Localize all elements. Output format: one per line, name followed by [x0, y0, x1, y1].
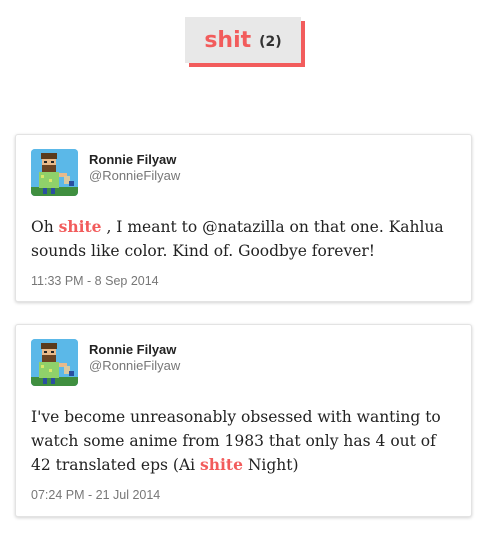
- tweet-card: Ronnie Filyaw @RonnieFilyaw I've become …: [15, 324, 472, 517]
- tag-word: shit: [204, 27, 252, 53]
- pixel-art-avatar-icon[interactable]: [31, 149, 78, 196]
- tweet-text: Oh shite , I meant to @natazilla on that…: [31, 215, 459, 263]
- tweet-text: I've become unreasonably obsessed with w…: [31, 405, 459, 477]
- pixel-art-avatar-icon[interactable]: [31, 339, 78, 386]
- tweet-timestamp[interactable]: 07:24 PM - 21 Jul 2014: [31, 488, 160, 502]
- tweet-highlight: shite: [200, 455, 243, 474]
- author-handle[interactable]: @RonnieFilyaw: [89, 358, 180, 374]
- tweet-text-after: Night): [242, 456, 299, 474]
- tag-count: (2): [259, 34, 282, 50]
- author-name[interactable]: Ronnie Filyaw: [89, 151, 180, 168]
- tweet-card: Ronnie Filyaw @RonnieFilyaw Oh shite , I…: [15, 134, 472, 302]
- tweet-timestamp[interactable]: 11:33 PM - 8 Sep 2014: [31, 274, 159, 288]
- tweet-highlight: shite: [58, 217, 102, 236]
- author-name[interactable]: Ronnie Filyaw: [89, 341, 180, 358]
- tag-header: shit (2): [185, 17, 301, 63]
- author-handle[interactable]: @RonnieFilyaw: [89, 168, 180, 184]
- tweet-author: Ronnie Filyaw @RonnieFilyaw: [89, 151, 180, 184]
- tweet-author: Ronnie Filyaw @RonnieFilyaw: [89, 341, 180, 374]
- tweet-text-before: Oh: [31, 218, 59, 236]
